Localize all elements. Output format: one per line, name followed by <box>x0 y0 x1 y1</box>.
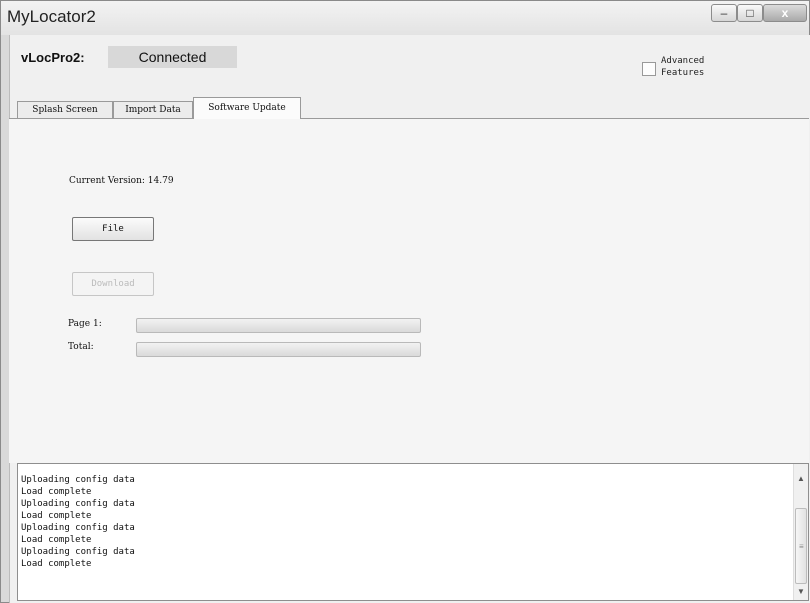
log-line: Load complete <box>21 559 92 569</box>
current-version-text: Current Version: 14.79 <box>69 176 174 186</box>
log-line: Load complete <box>21 487 92 497</box>
log-line: Uploading config data <box>21 547 135 557</box>
connection-status: Connected <box>108 46 237 68</box>
main-window: MyLocator2 – □ x vLocPro2: Connected Adv… <box>0 0 810 603</box>
scroll-grip-icon: ≡ <box>799 542 804 551</box>
close-button[interactable]: x <box>763 4 807 22</box>
tab-splash-screen[interactable]: Splash Screen <box>17 101 113 118</box>
scroll-thumb[interactable]: ≡ <box>795 508 807 584</box>
tab-software-update[interactable]: Software Update <box>193 97 301 119</box>
scroll-up-arrow-icon[interactable]: ▲ <box>796 474 806 483</box>
title-bar[interactable]: MyLocator2 – □ x <box>1 1 809 35</box>
window-title: MyLocator2 <box>7 7 96 26</box>
maximize-button[interactable]: □ <box>737 4 763 22</box>
log-scrollbar[interactable]: ▲ ≡ ▼ <box>793 464 808 600</box>
advanced-features-checkbox[interactable] <box>642 62 656 76</box>
log-line: Uploading config data <box>21 475 135 485</box>
minimize-button[interactable]: – <box>711 4 737 22</box>
scroll-down-arrow-icon[interactable]: ▼ <box>796 587 806 596</box>
total-progress-bar <box>136 342 421 357</box>
device-label: vLocPro2: <box>21 50 85 65</box>
advanced-features-label[interactable]: Advanced Features <box>661 55 731 79</box>
log-output[interactable]: Uploading config data Load complete Upload… <box>17 463 809 601</box>
file-button[interactable]: File <box>72 217 154 241</box>
log-line: Load complete <box>21 535 92 545</box>
log-lines: Uploading config data Load complete Upload… <box>21 474 135 570</box>
page-progress-label: Page 1: <box>68 319 102 329</box>
log-line: Load complete <box>21 511 92 521</box>
tab-import-data[interactable]: Import Data <box>113 101 193 118</box>
log-line: Uploading config data <box>21 523 135 533</box>
download-button[interactable]: Download <box>72 272 154 296</box>
total-progress-label: Total: <box>68 342 94 352</box>
log-line: Uploading config data <box>21 499 135 509</box>
page-progress-bar <box>136 318 421 333</box>
